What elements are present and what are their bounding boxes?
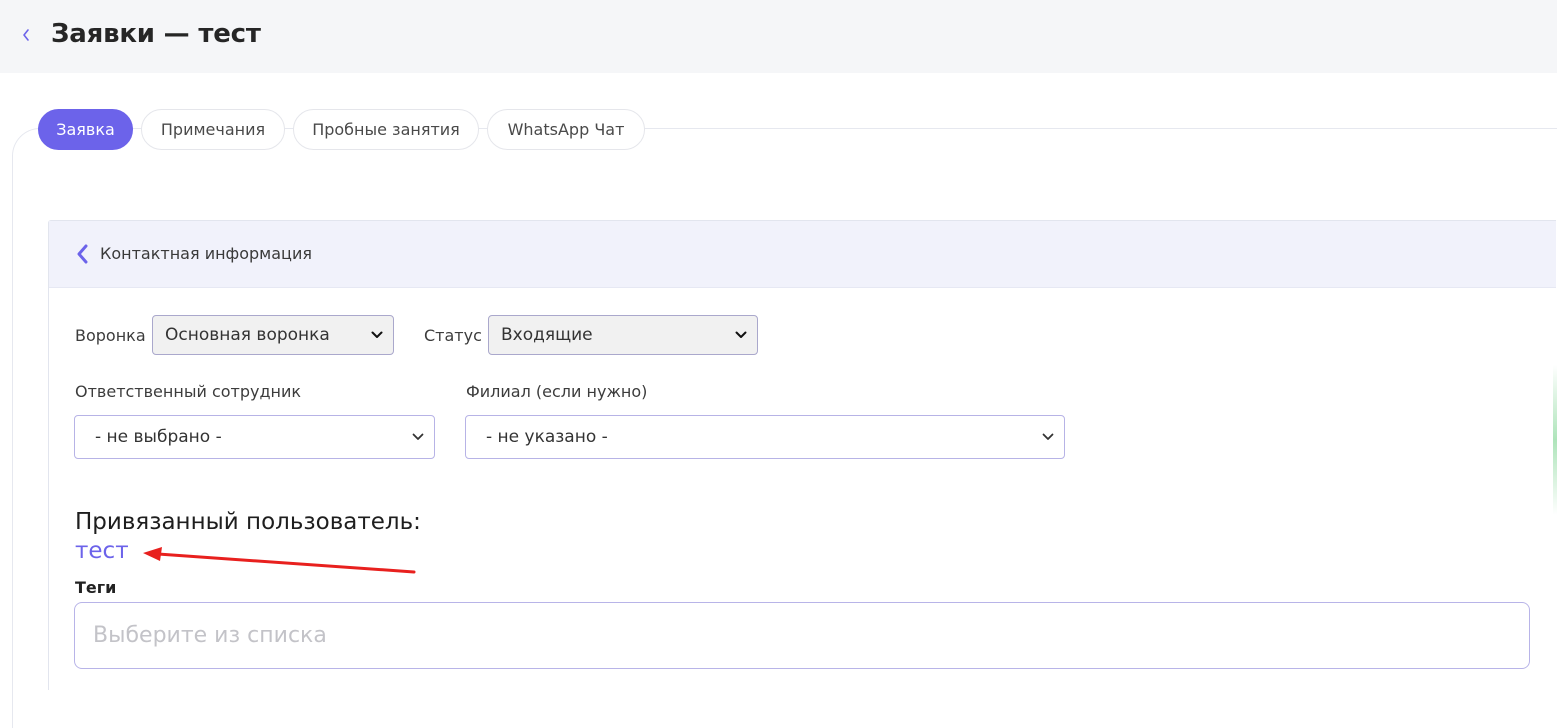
funnel-select[interactable]: Основная воронка [152,315,394,355]
chevron-down-icon [735,331,747,338]
collapse-chevron-icon[interactable] [74,242,92,266]
status-select[interactable]: Входящие [488,315,758,355]
tab-notes[interactable]: Примечания [141,109,285,150]
tab-request[interactable]: Заявка [38,109,133,150]
panel-title: Контактная информация [100,244,312,263]
tab-whatsapp-chat[interactable]: WhatsApp Чат [487,109,645,150]
responsible-select-value: - не выбрано - [95,427,222,447]
branch-select[interactable]: - не указано - [465,415,1065,459]
chevron-down-icon [1042,433,1054,440]
linked-user-link[interactable]: тест [75,535,129,567]
page-title: Заявки — тест [51,19,261,49]
status-select-value: Входящие [501,325,593,345]
funnel-label: Воронка [75,326,146,345]
responsible-select[interactable]: - не выбрано - [74,415,435,459]
chevron-down-icon [412,433,424,440]
edge-highlight [1553,365,1557,515]
funnel-select-value: Основная воронка [165,325,330,345]
chevron-down-icon [371,331,383,338]
branch-label: Филиал (если нужно) [466,382,648,401]
branch-select-value: - не указано - [486,427,608,447]
status-label: Статус [424,326,482,345]
back-chevron-icon[interactable] [16,24,36,46]
responsible-label: Ответственный сотрудник [75,382,302,401]
tab-trial-lessons[interactable]: Пробные занятия [293,109,479,150]
linked-user-title: Привязанный пользователь: [75,509,421,535]
tags-label: Теги [75,578,117,597]
tags-input[interactable] [74,602,1530,669]
